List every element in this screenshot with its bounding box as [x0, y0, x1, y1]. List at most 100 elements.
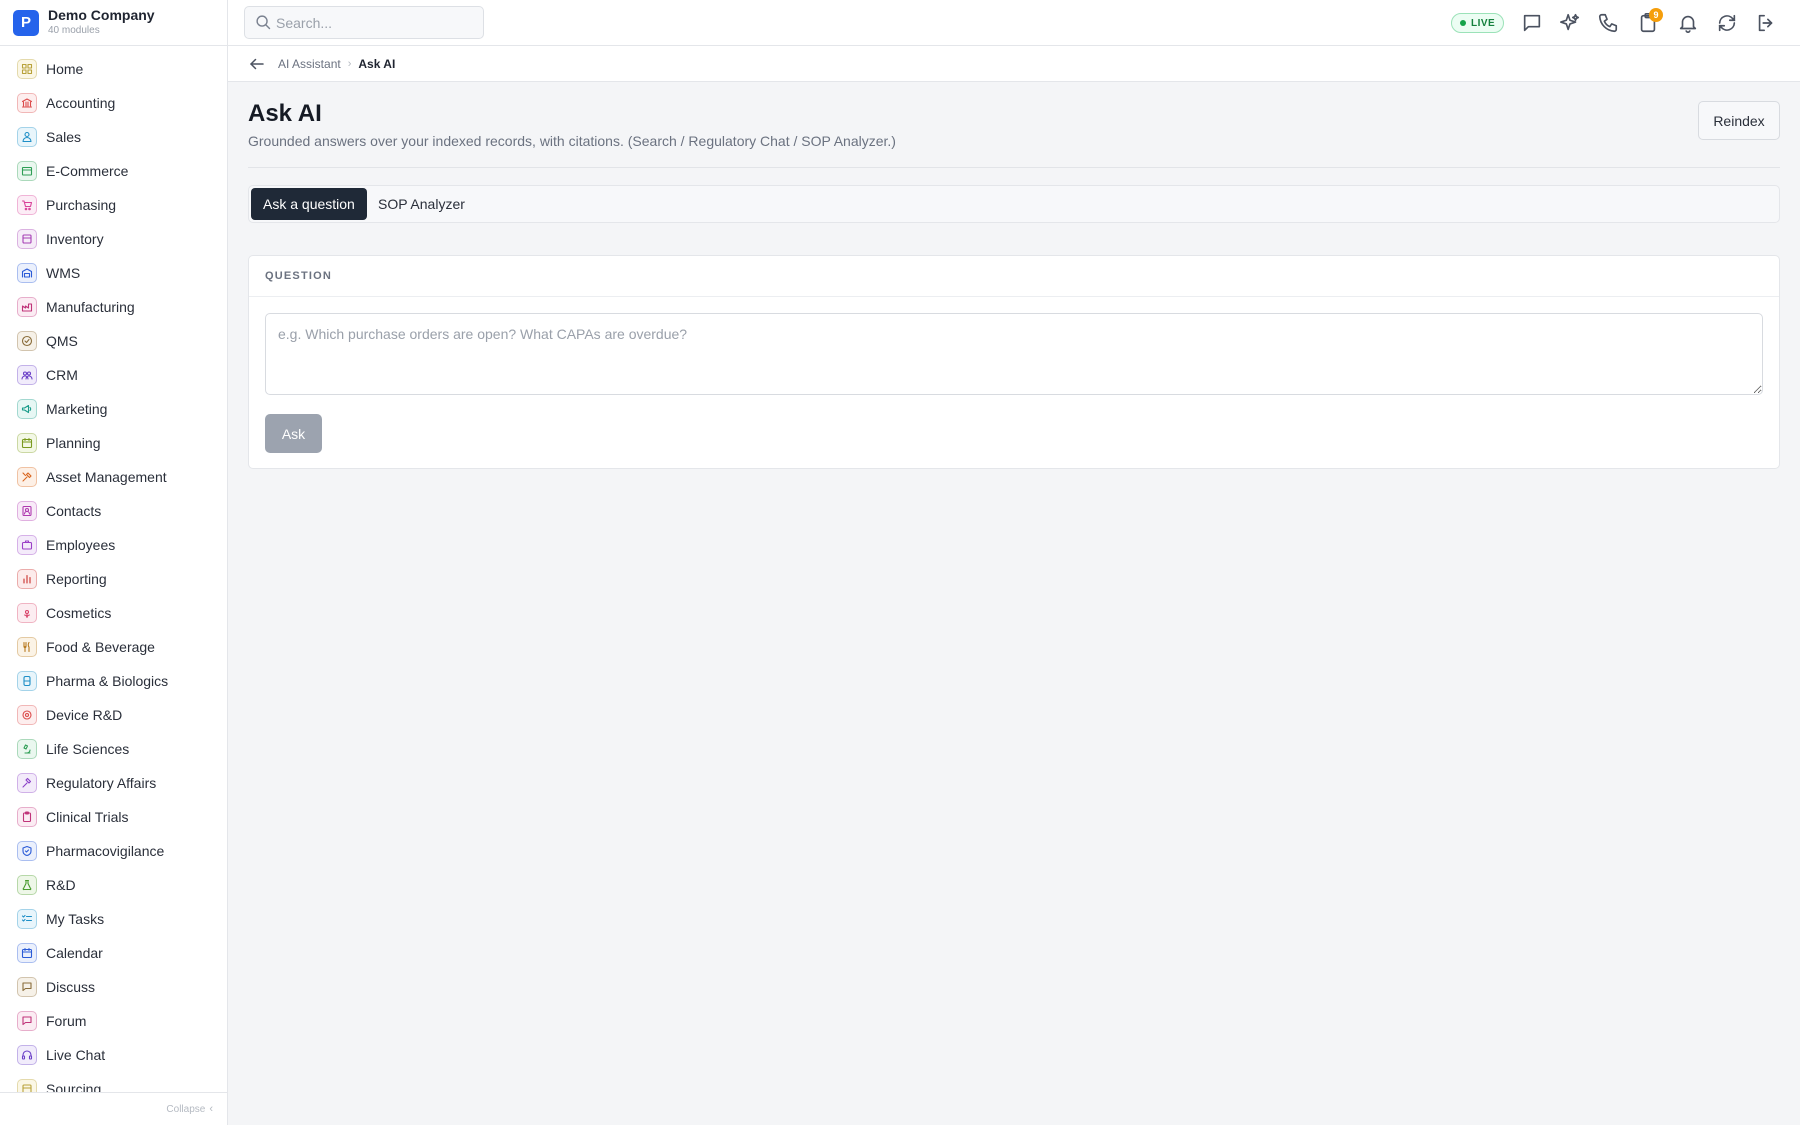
sidebar-item-manufacturing[interactable]: Manufacturing: [0, 290, 227, 324]
phone-icon[interactable]: [1595, 10, 1621, 36]
breadcrumb-separator-icon: ›: [347, 57, 352, 70]
sidebar-item-label: Planning: [46, 435, 101, 451]
sidebar-item-label: Life Sciences: [46, 741, 130, 757]
sidebar-item-label: Inventory: [46, 231, 104, 247]
brand-logo: P: [13, 9, 39, 36]
sidebar-item-pharmacovigilance[interactable]: Pharmacovigilance: [0, 834, 227, 868]
sidebar-item-e-commerce[interactable]: E-Commerce: [0, 154, 227, 188]
cog-icon: [17, 705, 37, 725]
badge-check-icon: [17, 331, 37, 351]
header-divider: [248, 167, 1780, 168]
bank-icon: [17, 93, 37, 113]
sidebar-item-live-chat[interactable]: Live Chat: [0, 1038, 227, 1072]
checklist-icon: [17, 909, 37, 929]
back-arrow-icon[interactable]: [246, 53, 268, 75]
grid-icon: [17, 59, 37, 79]
logout-icon[interactable]: [1753, 10, 1779, 36]
chat-icon: [17, 977, 37, 997]
sparkles-icon[interactable]: [1557, 10, 1583, 36]
collapse-button[interactable]: Collapse ‹: [0, 1092, 227, 1125]
sidebar-item-clinical-trials[interactable]: Clinical Trials: [0, 800, 227, 834]
sidebar-item-label: Sales: [46, 129, 82, 145]
sidebar-item-label: Marketing: [46, 401, 108, 417]
sidebar-item-planning[interactable]: Planning: [0, 426, 227, 460]
sidebar-item-device-randd[interactable]: Device R&D: [0, 698, 227, 732]
question-card-header: QUESTION: [249, 256, 1779, 297]
sidebar-item-regulatory-affairs[interactable]: Regulatory Affairs: [0, 766, 227, 800]
notification-count-badge: 9: [1649, 8, 1663, 22]
sidebar-item-food-and-beverage[interactable]: Food & Beverage: [0, 630, 227, 664]
pill-icon: [17, 671, 37, 691]
store-icon: [17, 161, 37, 181]
ask-button[interactable]: Ask: [265, 414, 322, 453]
microscope-icon: [17, 739, 37, 759]
search-input[interactable]: [276, 14, 476, 31]
sidebar-item-label: Forum: [46, 1013, 87, 1029]
search-box[interactable]: [244, 6, 484, 39]
sidebar-item-label: Accounting: [46, 95, 116, 111]
tools-icon: [17, 467, 37, 487]
sidebar-item-inventory[interactable]: Inventory: [0, 222, 227, 256]
sidebar-item-label: Clinical Trials: [46, 809, 129, 825]
collapse-label: Collapse: [166, 1103, 206, 1115]
sidebar-item-crm[interactable]: CRM: [0, 358, 227, 392]
sidebar-item-label: R&D: [46, 877, 76, 893]
search-icon: [256, 15, 271, 30]
factory-icon: [17, 297, 37, 317]
sidebar-item-label: Contacts: [46, 503, 102, 519]
breadcrumb: AI Assistant › Ask AI: [228, 46, 1800, 82]
chat-icon[interactable]: [1519, 10, 1545, 36]
sidebar-item-sourcing[interactable]: Sourcing: [0, 1072, 227, 1092]
sidebar-item-label: Asset Management: [46, 469, 167, 485]
question-input[interactable]: [265, 313, 1763, 395]
sidebar-item-asset-management[interactable]: Asset Management: [0, 460, 227, 494]
sidebar-item-accounting[interactable]: Accounting: [0, 86, 227, 120]
sidebar: P Demo Company 40 modules Home Accounting…: [0, 0, 228, 1125]
sidebar-item-cosmetics[interactable]: Cosmetics: [0, 596, 227, 630]
tab-ask-question[interactable]: Ask a question: [251, 188, 367, 220]
chat-icon: [17, 1011, 37, 1031]
sidebar-item-label: Regulatory Affairs: [46, 775, 157, 791]
flower-icon: [17, 603, 37, 623]
sync-icon[interactable]: [1714, 10, 1740, 36]
breadcrumb-parent-link[interactable]: AI Assistant: [278, 57, 341, 71]
reindex-button[interactable]: Reindex: [1698, 101, 1780, 140]
sidebar-item-contacts[interactable]: Contacts: [0, 494, 227, 528]
sidebar-item-label: Employees: [46, 537, 116, 553]
sidebar-item-marketing[interactable]: Marketing: [0, 392, 227, 426]
sidebar-item-label: Discuss: [46, 979, 96, 995]
sidebar-item-my-tasks[interactable]: My Tasks: [0, 902, 227, 936]
sidebar-item-label: Manufacturing: [46, 299, 135, 315]
sidebar-item-randd[interactable]: R&D: [0, 868, 227, 902]
brand-header[interactable]: P Demo Company 40 modules: [0, 0, 227, 46]
box-icon: [17, 1079, 37, 1092]
sidebar-item-label: My Tasks: [46, 911, 105, 927]
tab-sop-analyzer[interactable]: SOP Analyzer: [366, 188, 477, 220]
question-label: QUESTION: [265, 270, 333, 282]
sidebar-item-purchasing[interactable]: Purchasing: [0, 188, 227, 222]
sidebar-item-sales[interactable]: Sales: [0, 120, 227, 154]
sidebar-item-forum[interactable]: Forum: [0, 1004, 227, 1038]
sidebar-item-qms[interactable]: QMS: [0, 324, 227, 358]
bell-icon[interactable]: [1675, 10, 1701, 36]
sidebar-item-label: Purchasing: [46, 197, 117, 213]
sidebar-item-home[interactable]: Home: [0, 52, 227, 86]
sidebar-item-wms[interactable]: WMS: [0, 256, 227, 290]
sidebar-item-reporting[interactable]: Reporting: [0, 562, 227, 596]
live-status-badge: LIVE: [1451, 13, 1505, 33]
page-title: Ask AI: [248, 100, 322, 127]
sidebar-item-pharma-and-biologics[interactable]: Pharma & Biologics: [0, 664, 227, 698]
sidebar-item-life-sciences[interactable]: Life Sciences: [0, 732, 227, 766]
sidebar-item-label: Calendar: [46, 945, 103, 961]
question-card: QUESTION Ask: [248, 255, 1780, 469]
live-dot: [1460, 20, 1466, 26]
clipboard-notify-icon[interactable]: 9: [1635, 8, 1663, 36]
headset-icon: [17, 1045, 37, 1065]
sidebar-item-calendar[interactable]: Calendar: [0, 936, 227, 970]
calendar-icon: [17, 943, 37, 963]
sidebar-item-discuss[interactable]: Discuss: [0, 970, 227, 1004]
flask-icon: [17, 875, 37, 895]
sidebar-item-employees[interactable]: Employees: [0, 528, 227, 562]
sidebar-item-label: Food & Beverage: [46, 639, 155, 655]
sidebar-item-label: QMS: [46, 333, 78, 349]
